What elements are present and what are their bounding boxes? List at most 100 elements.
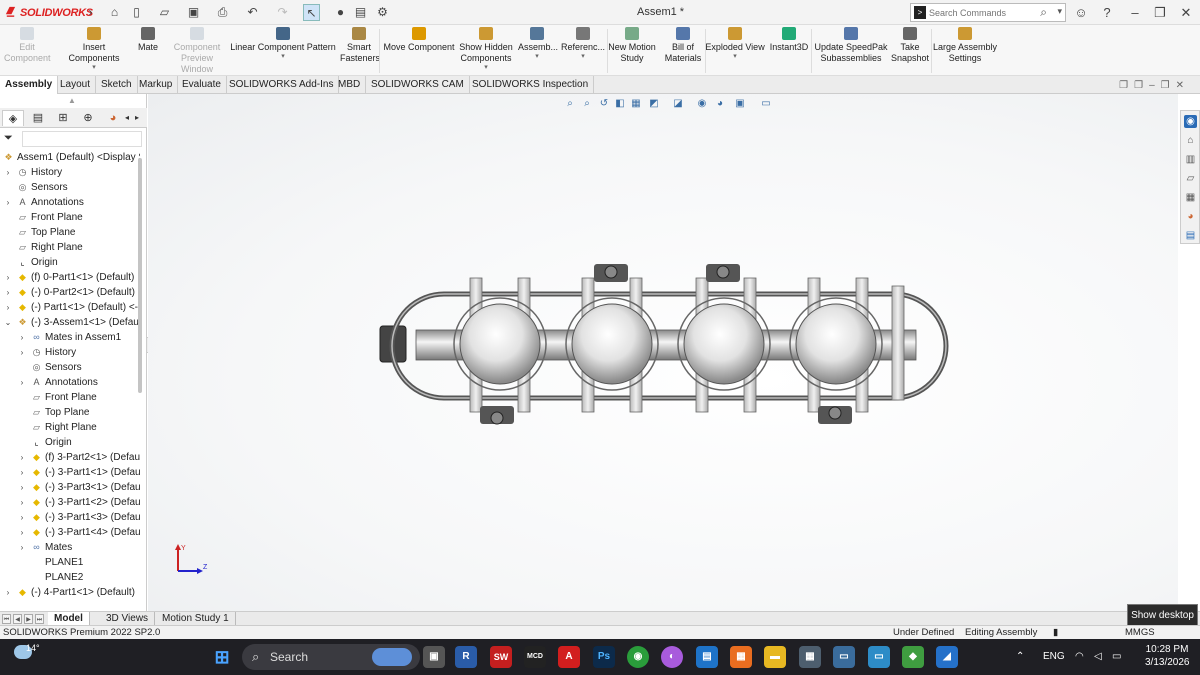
chevron-down-icon[interactable]: ▾ <box>458 64 514 72</box>
mcd-app-icon[interactable]: MCD <box>524 646 546 668</box>
new-file-icon[interactable]: ▯ <box>128 4 145 21</box>
last-tab-icon[interactable]: ⏭ <box>35 614 44 624</box>
open-file-icon[interactable]: ▱ <box>156 4 173 21</box>
tab-assembly[interactable]: Assembly <box>0 76 59 94</box>
display-manager-tab-icon[interactable]: ◕ <box>102 110 124 126</box>
collapse-chevron-icon[interactable]: ⌄ <box>4 315 12 330</box>
tree-item[interactable]: ▱ Front Plane <box>0 210 140 225</box>
battery-icon[interactable]: ▭ <box>1112 651 1121 662</box>
tree-item[interactable]: › ◆ (-) 3-Part1<1> (Defau <box>0 465 140 480</box>
tab-solidworks-add-ins[interactable]: SOLIDWORKS Add-Ins <box>224 76 340 94</box>
expand-chevron-icon[interactable]: › <box>4 195 12 210</box>
windows-start-icon[interactable]: ⊞ <box>211 646 233 668</box>
tab-mbd[interactable]: MBD <box>333 76 367 94</box>
expand-chevron-icon[interactable]: › <box>18 495 26 510</box>
options-gear-icon[interactable]: ⚙ <box>374 4 391 21</box>
tab-evaluate[interactable]: Evaluate <box>177 76 227 94</box>
tree-item[interactable]: › ◆ (-) 3-Part3<1> (Defau <box>0 480 140 495</box>
tree-item[interactable]: ◎ Sensors <box>0 360 140 375</box>
paint-app-icon[interactable]: ◢ <box>936 646 958 668</box>
help-icon[interactable]: ? <box>1098 4 1116 21</box>
tree-item[interactable]: › ◆ (-) 3-Part1<4> (Defau <box>0 525 140 540</box>
filter-icon[interactable]: ⏷ <box>4 132 13 145</box>
minimize-icon[interactable]: – <box>1126 4 1144 21</box>
feature-manager-tab-icon[interactable]: ◈ <box>2 110 24 126</box>
ribbon-button-smart-fasteners[interactable]: Smart Fasteners <box>340 25 380 76</box>
bottom-tab-3d-views[interactable]: 3D Views <box>100 612 156 626</box>
expand-chevron-icon[interactable]: › <box>18 480 26 495</box>
tree-item[interactable]: ⌞ Origin <box>0 255 140 270</box>
apply-scene-icon[interactable]: ▣ <box>733 97 747 111</box>
tree-item[interactable]: ⌄ ❖ (-) 3-Assem1<1> (Defau <box>0 315 140 330</box>
ribbon-button-take-snapshot[interactable]: Take Snapshot <box>890 25 930 76</box>
chevron-down-icon[interactable]: ▾ <box>518 53 556 61</box>
tree-item[interactable]: ▱ Top Plane <box>0 225 140 240</box>
tab-scroll-right-icon[interactable]: ▸ <box>132 110 142 126</box>
revit-app-icon[interactable]: R <box>455 646 477 668</box>
tree-item[interactable]: › ◆ (-) Part1<1> (Default) <- <box>0 300 140 315</box>
panel-grip-icon[interactable]: ▲ <box>68 96 76 105</box>
tree-item[interactable]: › A Annotations <box>0 195 140 210</box>
autocad-app-icon[interactable]: A <box>558 646 580 668</box>
tree-item[interactable]: › ◆ (f) 0-Part1<1> (Default) <box>0 270 140 285</box>
rebuild-icon[interactable]: ● <box>332 4 349 21</box>
dynamic-annotation-icon[interactable]: ▦ <box>629 97 643 111</box>
expand-chevron-icon[interactable]: › <box>18 375 26 390</box>
ribbon-button-edit-component[interactable]: Edit Component <box>4 25 51 76</box>
store-app-icon[interactable]: ▦ <box>730 646 752 668</box>
wifi-icon[interactable]: ◠ <box>1075 651 1084 662</box>
next-tab-icon[interactable]: ▶ <box>24 614 33 624</box>
expand-chevron-icon[interactable]: › <box>4 285 12 300</box>
tree-item[interactable]: PLANE2 <box>0 570 140 585</box>
ribbon-button-mate[interactable]: Mate <box>134 25 162 76</box>
pin-icon[interactable]: › <box>82 4 99 21</box>
ribbon-button-show-hidden[interactable]: Show Hidden Components ▾ <box>458 25 514 76</box>
prev-tab-icon[interactable]: ◀ <box>13 614 22 624</box>
tree-item[interactable]: ▱ Right Plane <box>0 420 140 435</box>
ribbon-button-move-component[interactable]: Move Component <box>380 25 458 76</box>
file-explorer-app-icon[interactable]: ▬ <box>764 646 786 668</box>
volume-icon[interactable]: ◁ <box>1094 651 1102 662</box>
zoom-to-fit-icon[interactable]: ⌕ <box>563 97 577 111</box>
photoshop-app-icon[interactable]: Ps <box>593 646 615 668</box>
ribbon-button-bill-of-materials[interactable]: Bill of Materials <box>662 25 704 76</box>
ribbon-button-reference-geometry[interactable]: Referenc... ▾ <box>560 25 606 76</box>
ribbon-button-component-preview[interactable]: Component Preview Window <box>166 25 228 76</box>
tree-scrollbar[interactable] <box>138 158 142 393</box>
property-manager-tab-icon[interactable]: ▤ <box>27 110 49 126</box>
bottom-tab-model[interactable]: Model <box>48 612 90 626</box>
tab-layout[interactable]: Layout <box>55 76 97 94</box>
bottom-tab-motion-study-1[interactable]: Motion Study 1 <box>156 612 236 626</box>
taskbar-search[interactable]: ⌕ Search <box>242 644 420 670</box>
file-explorer-icon[interactable]: ▱ <box>1184 172 1197 185</box>
ribbon-button-exploded-view[interactable]: Exploded View ▾ <box>704 25 766 76</box>
expand-chevron-icon[interactable]: › <box>18 450 26 465</box>
tree-item[interactable]: ◎ Sensors <box>0 180 140 195</box>
search-commands-input[interactable] <box>929 5 1047 20</box>
ribbon-button-update-speedpak[interactable]: Update SpeedPak Subassemblies <box>814 25 888 76</box>
tree-item[interactable]: › ◆ (-) 0-Part2<1> (Default) <box>0 285 140 300</box>
tab-scroll-left-icon[interactable]: ◂ <box>122 110 132 126</box>
status-units[interactable]: MMGS <box>1125 626 1155 639</box>
redo-icon[interactable]: ↷ <box>274 4 291 21</box>
first-tab-icon[interactable]: ⏮ <box>2 614 11 624</box>
tab-markup[interactable]: Markup <box>134 76 179 94</box>
expand-chevron-icon[interactable]: › <box>4 300 12 315</box>
file-properties-icon[interactable]: ▤ <box>352 4 369 21</box>
tree-item[interactable]: › ◆ (-) 3-Part1<3> (Defau <box>0 510 140 525</box>
configuration-manager-tab-icon[interactable]: ⊞ <box>52 110 74 126</box>
tree-item[interactable]: ❖ Assem1 (Default) <Display S <box>0 150 140 165</box>
expand-chevron-icon[interactable]: › <box>18 540 26 555</box>
undo-icon[interactable]: ↶ <box>244 4 261 21</box>
screen-app-icon[interactable]: ▭ <box>868 646 890 668</box>
taskbar-clock[interactable]: 10:28 PM 3/13/2026 <box>1145 643 1190 669</box>
user-icon[interactable]: ☺ <box>1072 4 1090 21</box>
print-icon[interactable]: ⎙ <box>214 4 231 21</box>
search-icon[interactable]: ⌕ <box>1040 5 1047 20</box>
tree-item[interactable]: ▱ Front Plane <box>0 390 140 405</box>
expand-chevron-icon[interactable]: › <box>4 165 12 180</box>
tab-sketch[interactable]: Sketch <box>96 76 138 94</box>
filter-input[interactable] <box>22 131 142 147</box>
dimxpert-tab-icon[interactable]: ⊕ <box>77 110 99 126</box>
tree-item[interactable]: ▱ Top Plane <box>0 405 140 420</box>
